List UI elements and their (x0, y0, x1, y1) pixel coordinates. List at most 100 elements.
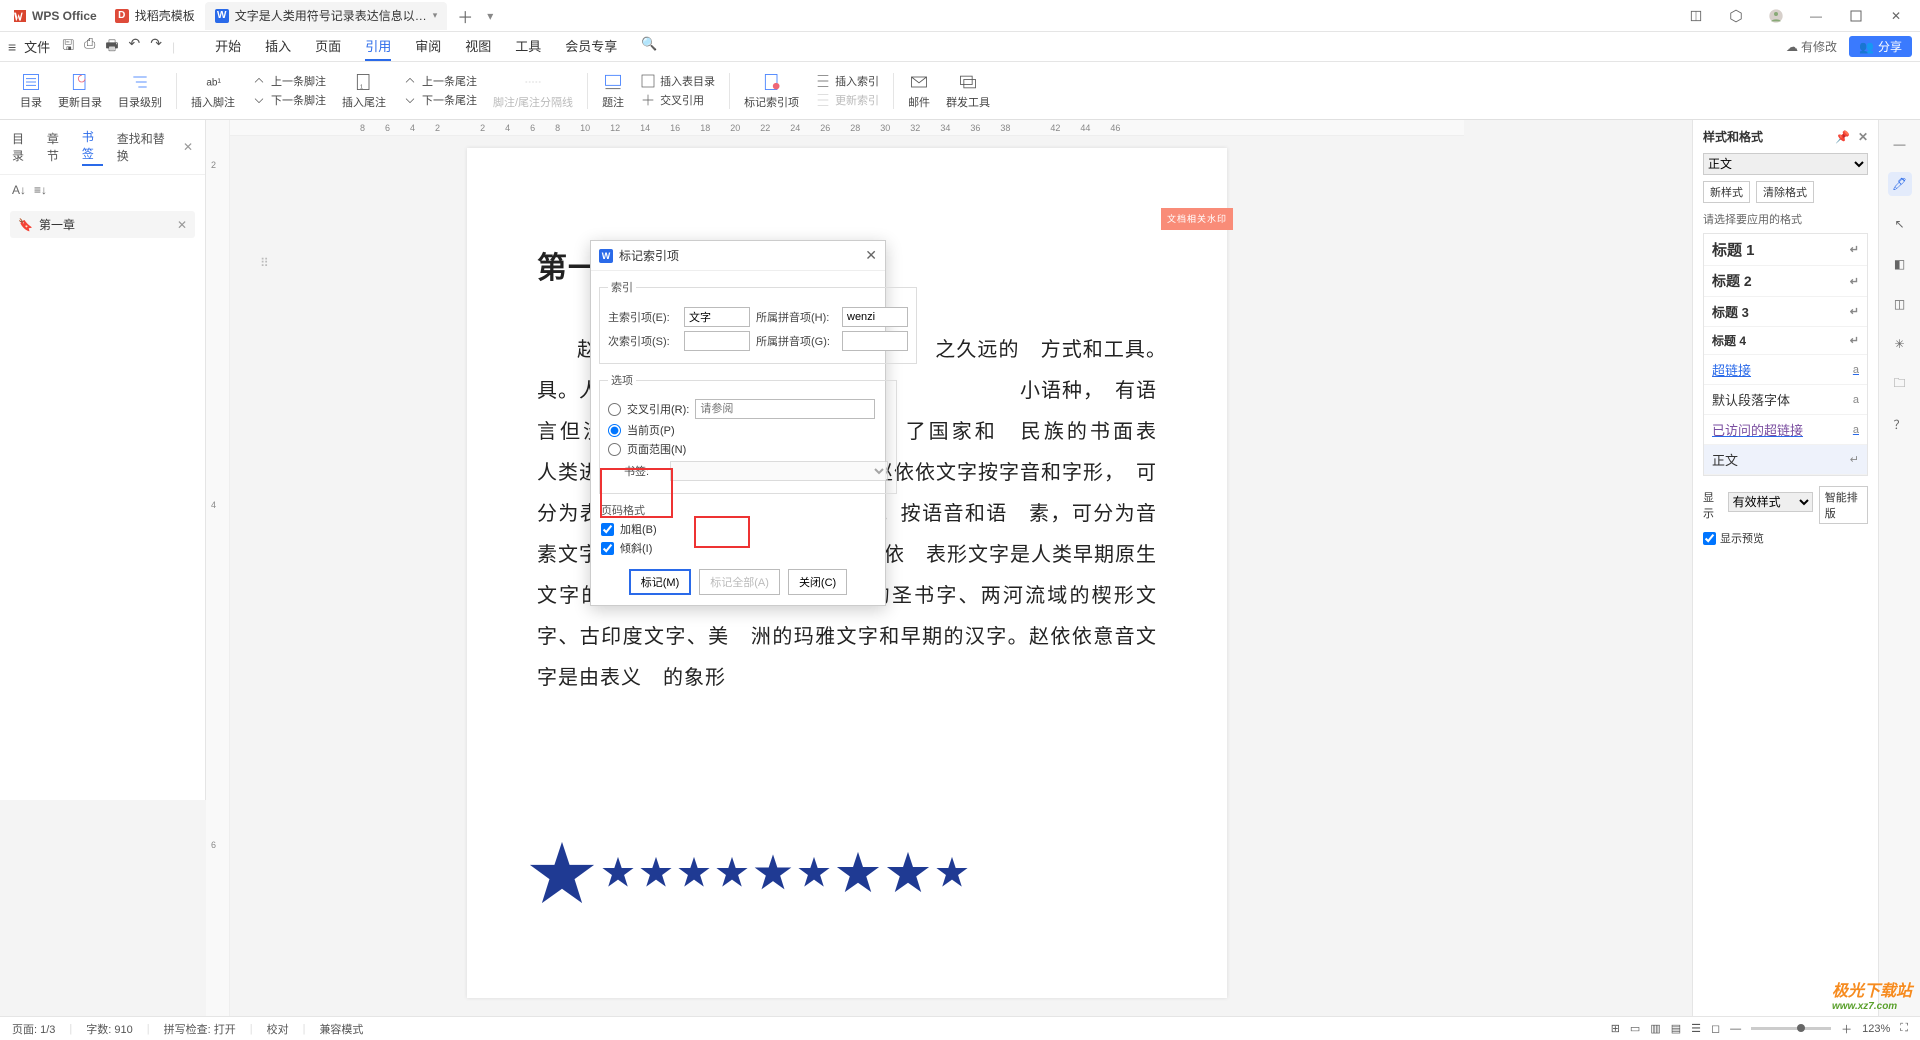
nav-tab-chapter[interactable]: 章节 (47, 130, 68, 164)
style-heading2[interactable]: 标题 2↵ (1704, 266, 1867, 297)
spell-check-status[interactable]: 拼写检查: 打开 (164, 1021, 236, 1037)
page-range-radio[interactable] (608, 443, 621, 456)
zoom-in-icon[interactable]: ＋ (1841, 1021, 1852, 1037)
pinyin1-input[interactable] (842, 307, 908, 327)
minimize-icon[interactable]: — (1796, 0, 1836, 32)
main-entry-input[interactable] (684, 307, 750, 327)
sub-entry-input[interactable] (684, 331, 750, 351)
page-indicator[interactable]: 页面: 1/3 (12, 1021, 55, 1037)
caption-button[interactable]: 题注 (594, 67, 632, 115)
show-select[interactable]: 有效样式 (1728, 492, 1813, 512)
word-count[interactable]: 字数: 910 (86, 1021, 132, 1037)
crossref-radio[interactable] (608, 403, 621, 416)
style-heading4[interactable]: 标题 4↵ (1704, 327, 1867, 355)
save-icon[interactable]: 🖫 (62, 35, 74, 59)
toc-level-button[interactable]: 目录级别 (110, 67, 170, 115)
sort-az-icon[interactable]: A↓ (12, 183, 26, 197)
italic-checkbox[interactable] (601, 542, 614, 555)
drag-handle-icon[interactable]: ⠿ (260, 256, 269, 270)
layers-icon[interactable]: ◫ (1888, 292, 1912, 316)
preview-checkbox[interactable] (1703, 532, 1716, 545)
new-style-button[interactable]: 新样式 (1703, 181, 1750, 203)
proofing-status[interactable]: 校对 (267, 1021, 289, 1037)
view-mode2-icon[interactable]: ▥ (1650, 1022, 1660, 1035)
nav-tab-toc[interactable]: 目录 (12, 130, 33, 164)
insert-endnote-button[interactable]: 1插入尾注 (334, 67, 394, 115)
close-button[interactable]: 关闭(C) (788, 569, 847, 595)
tab-template[interactable]: D 找稻壳模板 (105, 2, 205, 30)
mark-index-button[interactable]: 标记索引项 (736, 67, 807, 115)
next-footnote-button[interactable]: 下一条脚注 (251, 92, 326, 108)
fullscreen-icon[interactable]: ⛶ (1900, 1022, 1908, 1035)
tab-references[interactable]: 引用 (365, 32, 391, 61)
update-toc-button[interactable]: 更新目录 (50, 67, 110, 115)
view-mode3-icon[interactable]: ▤ (1671, 1022, 1681, 1035)
style-heading1[interactable]: 标题 1↵ (1704, 234, 1867, 266)
tab-view[interactable]: 视图 (465, 32, 491, 61)
insert-index-button[interactable]: 插入索引 (815, 73, 879, 89)
share-button[interactable]: 👥 分享 (1849, 36, 1912, 57)
bold-checkbox[interactable] (601, 523, 614, 536)
bookmark-item[interactable]: 🔖 第一章 ✕ (10, 211, 195, 238)
tab-home[interactable]: 开始 (215, 32, 241, 61)
view-mode1-icon[interactable]: ▭ (1630, 1022, 1640, 1035)
crossref-input[interactable] (695, 399, 875, 419)
tab-review[interactable]: 审阅 (415, 32, 441, 61)
prev-endnote-button[interactable]: 上一条尾注 (402, 73, 477, 89)
maximize-icon[interactable] (1836, 0, 1876, 32)
add-tab[interactable]: ＋ (447, 4, 483, 28)
prev-footnote-button[interactable]: 上一条脚注 (251, 73, 326, 89)
current-style-select[interactable]: 正文 (1703, 153, 1868, 175)
tab-page[interactable]: 页面 (315, 32, 341, 61)
collapse-icon[interactable]: — (1888, 132, 1912, 156)
style-arrow-icon[interactable]: ↖ (1888, 212, 1912, 236)
smart-layout-button[interactable]: 智能排版 (1819, 486, 1868, 524)
insert-footnote-button[interactable]: ab¹插入脚注 (183, 67, 243, 115)
avatar-icon[interactable] (1756, 0, 1796, 32)
fit-icon[interactable]: ◻ (1711, 1022, 1720, 1035)
close-icon[interactable]: ✕ (1876, 0, 1916, 32)
backup-icon[interactable]: 🗀 (1888, 372, 1912, 396)
nav-tab-bookmarks[interactable]: 书签 (82, 128, 103, 166)
view-mode4-icon[interactable]: ☰ (1691, 1022, 1701, 1035)
tab-document[interactable]: W 文字是人类用符号记录表达信息以… ▾ (205, 2, 448, 30)
style-default-para[interactable]: 默认段落字体a (1704, 385, 1867, 415)
crossref-button[interactable]: 交叉引用 (640, 92, 704, 108)
print-preview-icon[interactable]: ⎙ (84, 35, 95, 59)
mark-button[interactable]: 标记(M) (629, 569, 692, 595)
file-menu[interactable]: 文件 (24, 37, 50, 56)
bookmark-delete-icon[interactable]: ✕ (177, 218, 187, 232)
search-icon[interactable]: 🔍 (641, 32, 657, 61)
insert-figure-toc-button[interactable]: 插入表目录 (640, 73, 715, 89)
zoom-slider[interactable] (1751, 1027, 1831, 1030)
tab-tools[interactable]: 工具 (515, 32, 541, 61)
panel-close-icon[interactable]: ✕ (1858, 130, 1868, 144)
hamburger-icon[interactable]: ≡ (8, 39, 16, 55)
style-heading3[interactable]: 标题 3↵ (1704, 297, 1867, 327)
reader-mode-icon[interactable] (1676, 0, 1716, 32)
nav-close-icon[interactable]: ✕ (183, 140, 193, 154)
next-endnote-button[interactable]: 下一条尾注 (402, 92, 477, 108)
print-icon[interactable]: 🖶 (105, 35, 118, 59)
tab-dropdown-icon[interactable]: ▾ (433, 10, 438, 21)
mail-button[interactable]: 邮件 (900, 67, 938, 115)
zoom-value[interactable]: 123% (1862, 1023, 1890, 1035)
sort-list-icon[interactable]: ≡↓ (34, 183, 47, 197)
style-body[interactable]: 正文↵ (1704, 445, 1867, 475)
pin-icon[interactable]: 📌 (1835, 130, 1850, 144)
grid-view-icon[interactable]: ⊞ (1611, 1022, 1620, 1035)
undo-icon[interactable]: ↶ (129, 35, 141, 59)
cloud-modified[interactable]: ☁ 有修改 (1786, 38, 1837, 55)
mass-send-button[interactable]: 群发工具 (938, 67, 998, 115)
dialog-close-icon[interactable]: ✕ (865, 247, 877, 264)
pinyin2-input[interactable] (842, 331, 908, 351)
style-visited-link[interactable]: 已访问的超链接a (1704, 415, 1867, 445)
tab-member[interactable]: 会员专享 (565, 32, 617, 61)
toc-button[interactable]: 目录 (12, 67, 50, 115)
tab-menu-dropdown[interactable]: ▾ (487, 9, 493, 23)
cube-icon[interactable] (1716, 0, 1756, 32)
tab-insert[interactable]: 插入 (265, 32, 291, 61)
current-page-radio[interactable] (608, 424, 621, 437)
nav-tab-findreplace[interactable]: 查找和替换 (117, 130, 169, 164)
clear-format-button[interactable]: 清除格式 (1756, 181, 1814, 203)
